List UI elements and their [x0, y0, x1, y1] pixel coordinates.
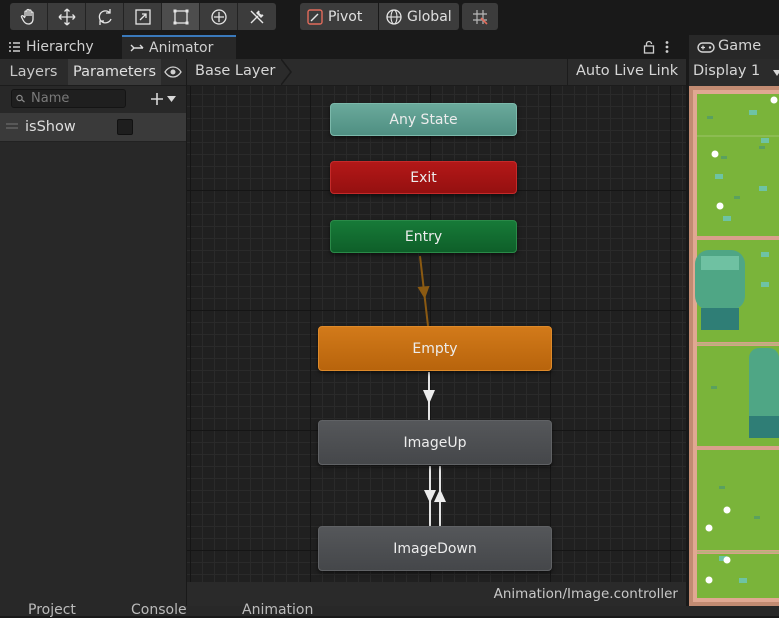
globe-icon [386, 8, 402, 25]
rect-tool-button[interactable] [162, 3, 200, 30]
game-toolbar: Display 1 [689, 59, 779, 86]
more-options-icon[interactable] [664, 40, 670, 54]
breadcrumb-chevron-icon [281, 59, 292, 85]
game-viewport[interactable] [689, 86, 779, 606]
global-toggle[interactable]: Global [379, 3, 459, 30]
state-empty[interactable]: Empty [318, 326, 552, 371]
global-label: Global [407, 8, 452, 25]
tab-animation[interactable]: Animation [242, 603, 313, 617]
custom-tool-button[interactable] [238, 3, 276, 30]
animator-graph[interactable]: Any State Exit Entry Empty ImageUp Image… [187, 86, 686, 606]
display-chevron-icon [773, 70, 779, 76]
tab-hierarchy[interactable]: Hierarchy [0, 35, 118, 59]
rotate-tool-button[interactable] [86, 3, 124, 30]
transform-tool-button[interactable] [200, 3, 238, 30]
transition-arrow-imageup-imagedown[interactable] [424, 490, 436, 503]
list-icon [9, 42, 20, 52]
grid-snap-icon [473, 9, 488, 25]
auto-live-link-button[interactable]: Auto Live Link [576, 63, 678, 79]
grid-snap-button[interactable] [462, 3, 498, 30]
bottom-tab-strip: Project Console Animation [0, 603, 779, 617]
state-image-up[interactable]: ImageUp [318, 420, 552, 465]
rotate-icon [98, 8, 112, 25]
tab-game[interactable]: Game [689, 35, 779, 59]
header-divider [567, 59, 568, 85]
pivot-icon [307, 8, 323, 25]
panel-tabs: Hierarchy Animator [0, 35, 686, 59]
tab-project[interactable]: Project [28, 603, 76, 617]
transition-arrow-entry-empty[interactable] [417, 286, 430, 299]
tab-hierarchy-label: Hierarchy [26, 39, 94, 55]
custom-tool-icon [250, 10, 264, 23]
hand-tool-button[interactable] [10, 3, 48, 30]
state-entry[interactable]: Entry [330, 220, 517, 253]
search-placeholder: Name [31, 91, 70, 106]
parameter-search-input[interactable]: Name [11, 89, 126, 108]
add-parameter-button[interactable] [150, 89, 184, 108]
hand-icon [20, 8, 34, 25]
plus-icon [151, 92, 163, 105]
parameter-bool-checkbox[interactable] [117, 119, 133, 135]
eye-icon[interactable] [164, 66, 182, 78]
move-tool-button[interactable] [48, 3, 86, 30]
drag-handle-icon[interactable] [6, 123, 18, 129]
parameter-name[interactable]: isShow [25, 119, 76, 135]
animator-icon [130, 44, 144, 52]
scale-icon [134, 8, 151, 25]
breadcrumb-base-layer[interactable]: Base Layer [195, 63, 275, 79]
transition-arrow-empty-imageup[interactable] [423, 390, 435, 404]
state-exit[interactable]: Exit [330, 161, 517, 194]
chevron-down-icon [167, 95, 176, 102]
tab-layers[interactable]: Layers [0, 59, 67, 85]
tab-parameters[interactable]: Parameters [68, 59, 161, 85]
graph-header: Base Layer Auto Live Link [187, 59, 686, 86]
pivot-label: Pivot [328, 8, 363, 25]
tab-console[interactable]: Console [131, 603, 187, 617]
move-icon [58, 8, 75, 25]
transition-arrow-imagedown-imageup[interactable] [434, 489, 446, 502]
tab-animator-label: Animator [149, 40, 214, 56]
pivot-toggle[interactable]: Pivot [300, 3, 378, 30]
state-any-state[interactable]: Any State [330, 103, 517, 136]
controller-path-text: Animation/Image.controller [493, 586, 678, 602]
tab-animator[interactable]: Animator [122, 35, 236, 59]
parameter-row[interactable]: isShow [0, 113, 186, 142]
main-toolbar: Pivot Global [0, 0, 779, 34]
transform-icon [210, 8, 227, 25]
state-image-down[interactable]: ImageDown [318, 526, 552, 571]
gamepad-icon [697, 42, 715, 53]
rect-transform-icon [173, 9, 188, 24]
search-icon [16, 94, 25, 103]
parameters-panel [0, 86, 186, 606]
sidebar-tabs: Layers Parameters [0, 59, 186, 86]
tab-game-label: Game [718, 38, 762, 54]
breadcrumb[interactable]: Base Layer [187, 59, 292, 85]
game-scene-image [689, 86, 779, 606]
transform-tools [10, 3, 276, 30]
display-select[interactable]: Display 1 [693, 63, 760, 79]
scale-tool-button[interactable] [124, 3, 162, 30]
lock-icon[interactable] [643, 40, 655, 54]
